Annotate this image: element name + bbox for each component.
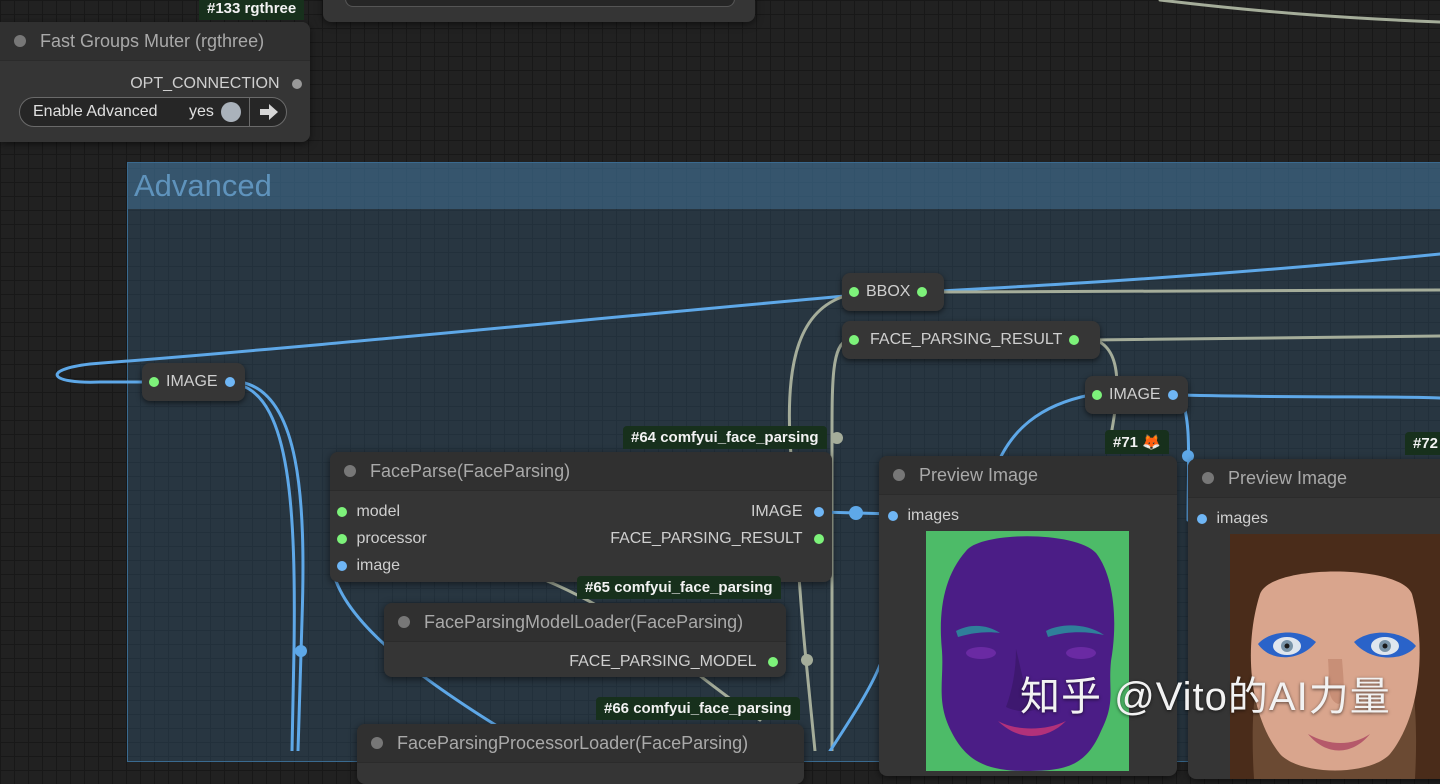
- node-title[interactable]: Fast Groups Muter (rgthree): [0, 22, 310, 61]
- top-node-stub: [323, 0, 755, 22]
- fast-groups-muter-node[interactable]: Fast Groups Muter (rgthree) OPT_CONNECTI…: [0, 22, 310, 142]
- output-face-parsing-result[interactable]: FACE_PARSING_RESULT: [610, 529, 824, 549]
- output-label: FACE_PARSING_RESULT: [610, 530, 803, 547]
- collapse-dot-icon[interactable]: [371, 737, 383, 749]
- output-face-parsing-model[interactable]: FACE_PARSING_MODEL: [569, 652, 778, 672]
- reroute-bbox[interactable]: BBOX: [842, 273, 944, 311]
- face-photo-preview: [1230, 534, 1440, 779]
- input-processor[interactable]: processor: [337, 529, 427, 549]
- collapse-dot-icon[interactable]: [1202, 472, 1214, 484]
- input-image[interactable]: image: [337, 556, 400, 576]
- preview-title: Preview Image: [1228, 468, 1348, 488]
- enable-advanced-toggle[interactable]: Enable Advanced yes: [19, 97, 287, 127]
- toggle-knob-icon[interactable]: [221, 102, 241, 122]
- reroute-image-left[interactable]: IMAGE: [142, 363, 245, 401]
- output-label: IMAGE: [750, 503, 803, 520]
- node-64-badge: #64 comfyui_face_parsing: [623, 426, 827, 449]
- input-label: images: [1216, 510, 1269, 527]
- collapse-dot-icon[interactable]: [14, 35, 26, 47]
- watermark-text: 知乎 @Vito的AI力量: [1020, 675, 1391, 719]
- node-65-badge: #65 comfyui_face_parsing: [577, 576, 781, 599]
- rgthree-badge: #133 rgthree: [199, 0, 305, 20]
- collapse-dot-icon[interactable]: [344, 465, 356, 477]
- output-slot[interactable]: [917, 286, 928, 297]
- model-loader-title: FaceParsingModelLoader(FaceParsing): [424, 612, 744, 632]
- processor-loader-title: FaceParsingProcessorLoader(FaceParsing): [397, 733, 749, 753]
- preview-image-node-71[interactable]: Preview Image images: [879, 456, 1177, 776]
- output-slot[interactable]: [768, 656, 778, 667]
- input-slot[interactable]: [1092, 389, 1102, 400]
- node-title[interactable]: FaceParsingModelLoader(FaceParsing): [384, 603, 786, 642]
- node-title[interactable]: FaceParsingProcessorLoader(FaceParsing): [357, 724, 804, 763]
- node-66-badge: #66 comfyui_face_parsing: [596, 697, 800, 720]
- output-slot[interactable]: [814, 533, 824, 544]
- reroute-image-right[interactable]: IMAGE: [1085, 376, 1188, 414]
- collapse-dot-icon[interactable]: [398, 616, 410, 628]
- output-label: FACE_PARSING_MODEL: [569, 653, 757, 670]
- input-slot[interactable]: [149, 376, 159, 387]
- input-slot[interactable]: [888, 510, 898, 521]
- input-label: image: [356, 557, 401, 574]
- preview-title: Preview Image: [919, 465, 1039, 485]
- input-slot[interactable]: [1197, 513, 1207, 524]
- node-72-badge: #72: [1405, 432, 1440, 455]
- faceparse-title: FaceParse(FaceParsing): [370, 461, 571, 481]
- reroute-label: FACE_PARSING_RESULT: [870, 331, 1063, 348]
- node-title[interactable]: Preview Image: [879, 456, 1177, 495]
- opt-connection-slot[interactable]: [292, 78, 302, 89]
- input-images[interactable]: images: [1197, 509, 1268, 529]
- output-slot[interactable]: [224, 376, 235, 387]
- top-node-widget[interactable]: [345, 0, 735, 7]
- input-label: processor: [356, 530, 427, 547]
- muter-title: Fast Groups Muter (rgthree): [40, 31, 265, 51]
- input-slot[interactable]: [337, 506, 347, 517]
- input-label: model: [356, 503, 401, 520]
- node-title[interactable]: Preview Image: [1188, 459, 1440, 498]
- reroute-label: IMAGE: [1109, 386, 1161, 403]
- output-image[interactable]: IMAGE: [751, 502, 824, 522]
- reroute-label: BBOX: [866, 283, 911, 300]
- output-slot[interactable]: [1069, 334, 1080, 345]
- output-slot[interactable]: [814, 506, 824, 517]
- output-slot[interactable]: [1167, 389, 1178, 400]
- group-title[interactable]: Advanced: [128, 163, 1440, 209]
- collapse-dot-icon[interactable]: [893, 469, 905, 481]
- reroute-face-parsing-result[interactable]: FACE_PARSING_RESULT: [842, 321, 1100, 359]
- opt-connection-label: OPT_CONNECTION: [130, 75, 280, 92]
- opt-connection-output: OPT_CONNECTION: [130, 74, 302, 94]
- input-label: images: [907, 507, 960, 524]
- toggle-value: yes: [189, 103, 214, 120]
- node-title[interactable]: FaceParse(FaceParsing): [330, 452, 832, 491]
- toggle-label: Enable Advanced: [33, 103, 158, 120]
- faceparse-node[interactable]: FaceParse(FaceParsing) model processor i…: [330, 452, 832, 582]
- face-parsing-model-loader-node[interactable]: FaceParsingModelLoader(FaceParsing) FACE…: [384, 603, 786, 677]
- input-model[interactable]: model: [337, 502, 400, 522]
- divider: [249, 98, 250, 126]
- preview-image-node-72[interactable]: Preview Image images: [1188, 459, 1440, 779]
- parsing-mask-preview: [926, 531, 1129, 771]
- reroute-label: IMAGE: [166, 373, 218, 390]
- input-images[interactable]: images: [888, 506, 959, 526]
- node-71-badge: #71 🦊: [1105, 430, 1169, 454]
- face-parsing-processor-loader-node[interactable]: FaceParsingProcessorLoader(FaceParsing): [357, 724, 804, 784]
- input-slot[interactable]: [849, 286, 859, 297]
- input-slot[interactable]: [337, 560, 347, 571]
- input-slot[interactable]: [337, 533, 347, 544]
- navigate-arrow-icon[interactable]: [258, 101, 280, 123]
- wire-top-right: [1158, 0, 1440, 24]
- input-slot[interactable]: [849, 334, 859, 345]
